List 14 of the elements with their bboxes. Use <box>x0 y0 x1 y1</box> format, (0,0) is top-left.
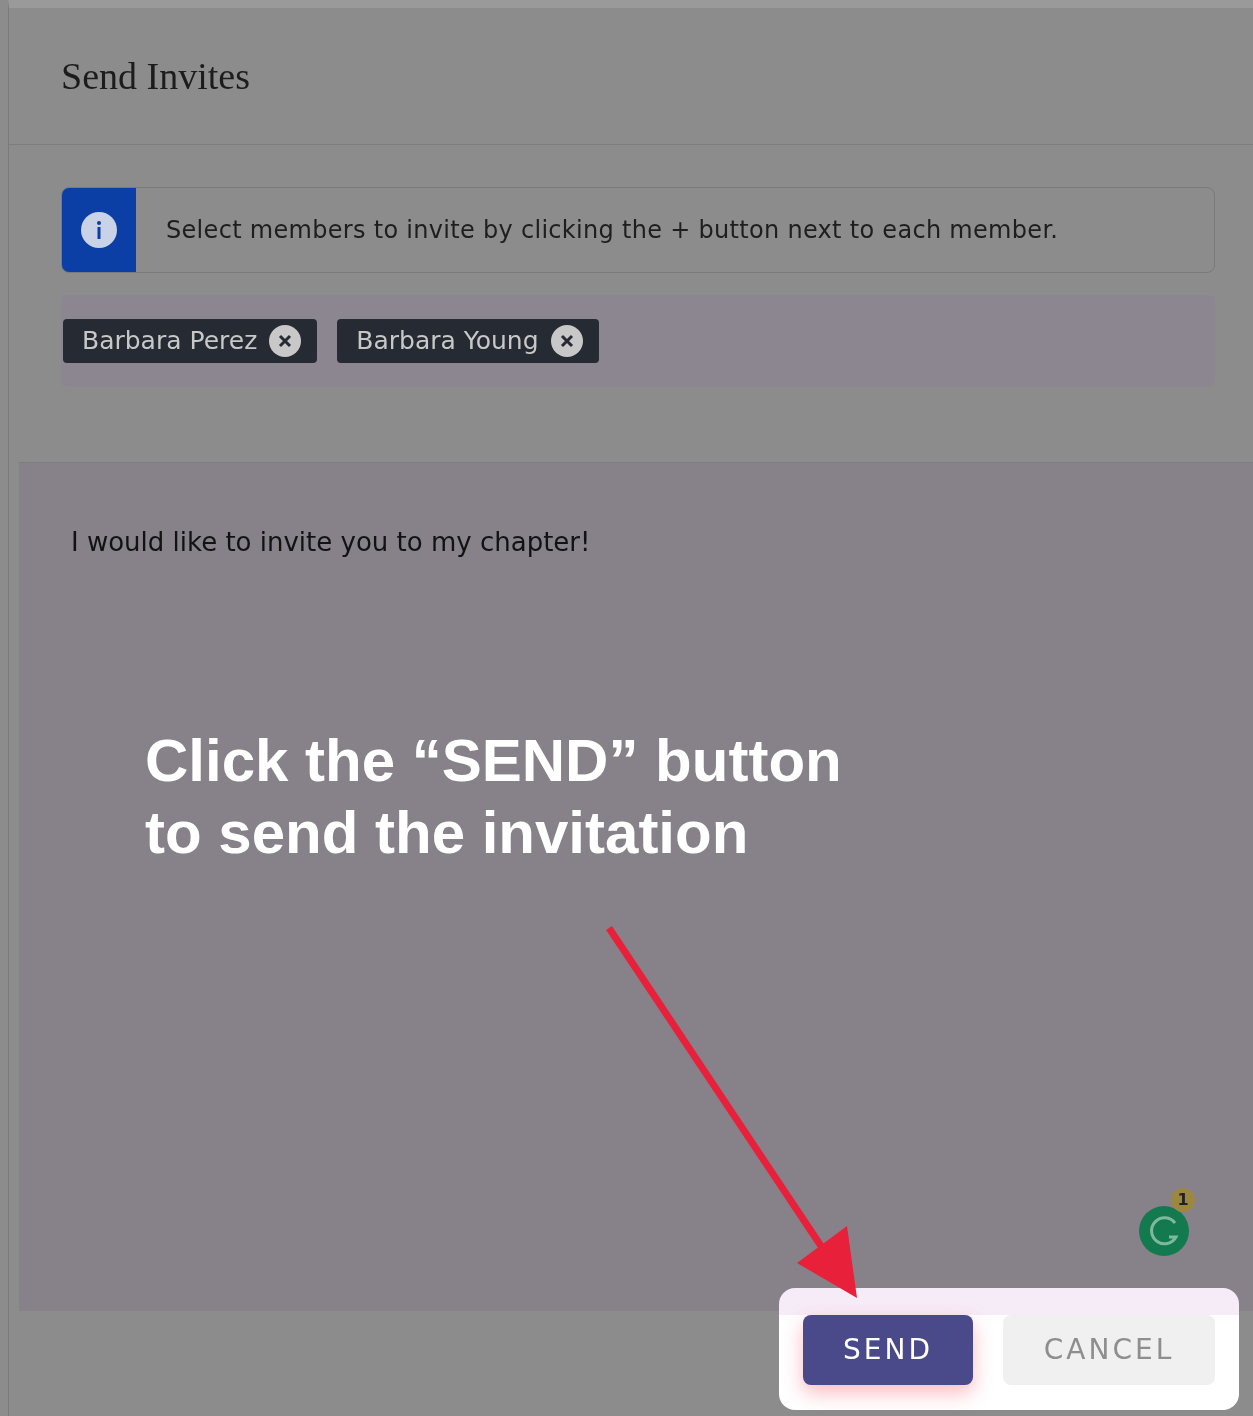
member-name: Barbara Perez <box>82 325 258 358</box>
message-field[interactable]: I would like to invite you to my chapter! Click the “SEND” button to send the invitation 1 <box>19 463 1253 1311</box>
instruction-text: Click the “SEND” button <box>145 726 842 796</box>
message-text: I would like to invite you to my chapter! <box>71 527 591 557</box>
remove-icon[interactable] <box>550 325 583 357</box>
instruction-text: to send the invitation <box>145 798 749 868</box>
send-button[interactable]: SEND <box>803 1315 973 1385</box>
remove-icon[interactable] <box>269 325 302 357</box>
info-icon <box>81 212 117 248</box>
notification-badge: 1 <box>1171 1188 1195 1212</box>
member-name: Barbara Young <box>356 325 539 358</box>
modal-title: Send Invites <box>61 53 250 99</box>
info-text: Select members to invite by clicking the + button next to each member. <box>165 215 1059 246</box>
selected-members-field[interactable]: Barbara Perez Barbara Young <box>61 295 1215 387</box>
